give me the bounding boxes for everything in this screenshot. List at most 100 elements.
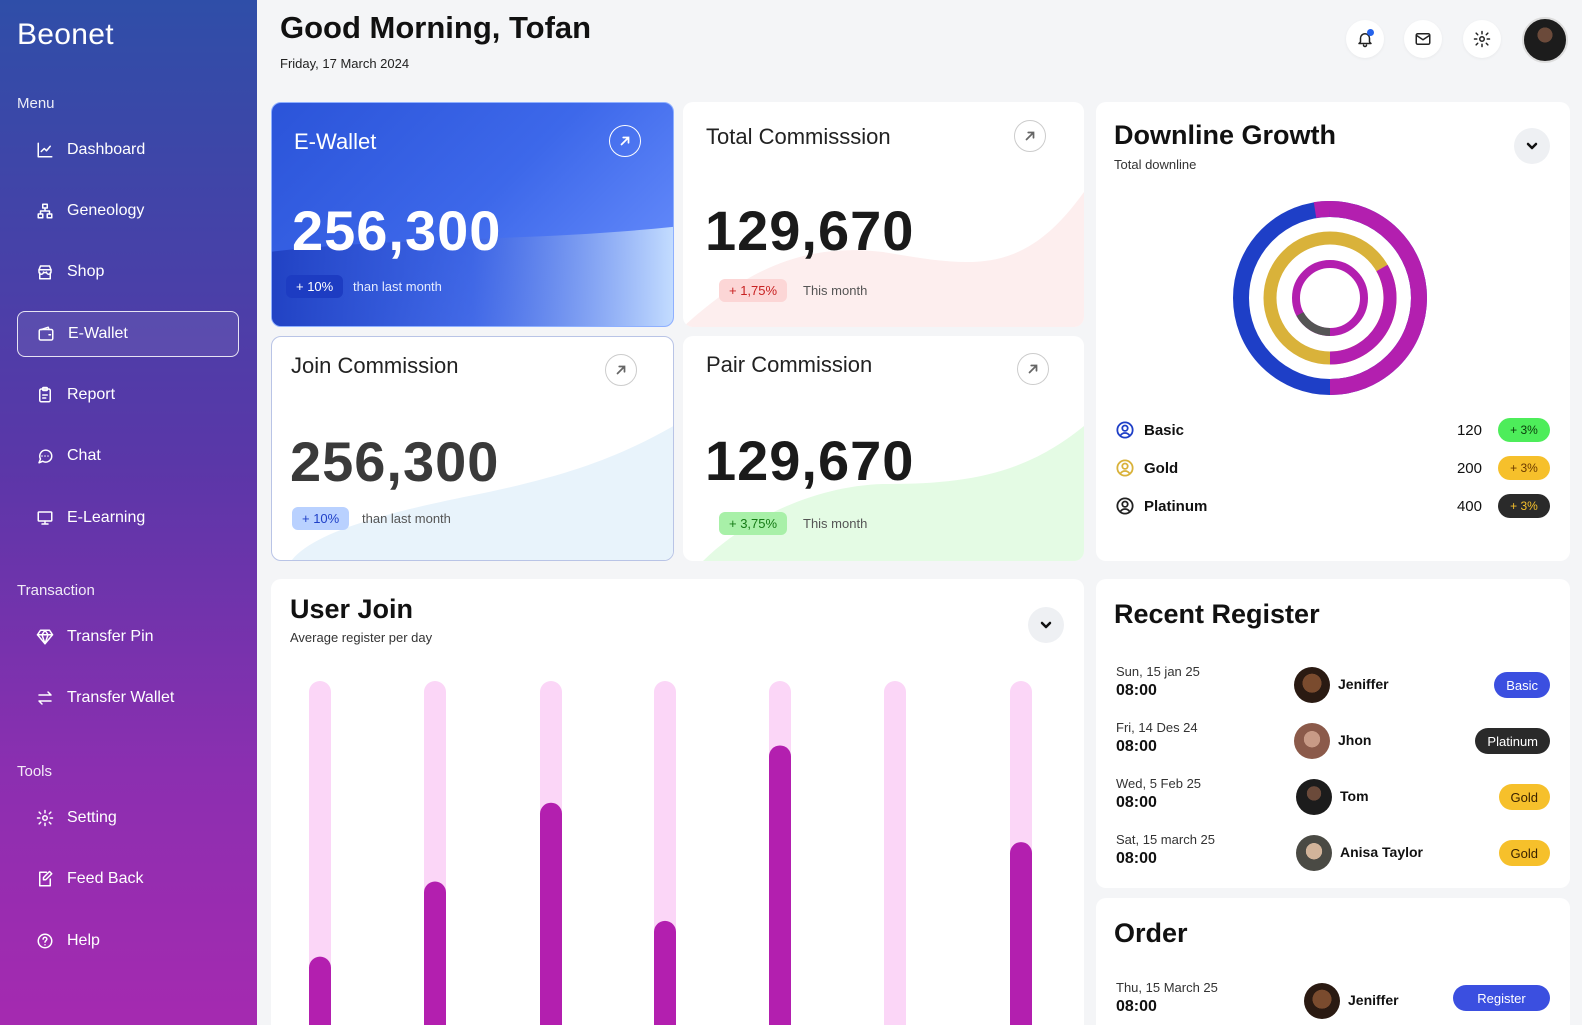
downline-growth-panel: Downline Growth Total downline Basic 120… [1096, 102, 1570, 561]
list-item[interactable]: Sat, 15 march 25 08:00 Anisa Taylor Gold [1116, 832, 1550, 882]
bar-fill [1010, 842, 1032, 1025]
order-panel: Order Thu, 15 March 25 08:00 Jeniffer Re… [1096, 898, 1570, 1025]
chevron-down-icon [1524, 138, 1540, 154]
sidebar-item-label: Chat [67, 447, 101, 464]
list-item[interactable]: Sun, 15 jan 25 08:00 Jeniffer Basic [1116, 664, 1550, 714]
mail-button[interactable] [1404, 20, 1442, 58]
join-commission-card[interactable]: Join Commission 256,300 + 10% than last … [271, 336, 674, 561]
legend-value: 120 [1456, 421, 1482, 439]
user-circle-icon [1116, 421, 1134, 439]
chart-line-icon [36, 141, 54, 159]
card-sub: This month [803, 283, 868, 298]
avatar [1296, 779, 1332, 815]
current-date: Friday, 17 March 2024 [280, 56, 410, 71]
swap-arrows-icon [36, 689, 54, 707]
bar-fill [309, 956, 331, 1025]
sidebar-item-feedback[interactable]: Feed Back [17, 856, 239, 902]
register-date: Sun, 15 jan 25 [1116, 664, 1200, 679]
sidebar-item-dashboard[interactable]: Dashboard [17, 127, 239, 173]
avatar [1294, 667, 1330, 703]
bar-fill [424, 881, 446, 1025]
downline-dropdown-button[interactable] [1514, 128, 1550, 164]
list-item[interactable]: Thu, 15 March 25 08:00 Jeniffer Register [1116, 980, 1550, 1025]
card-badge: + 3,75% [719, 512, 788, 535]
user-avatar[interactable] [1522, 17, 1568, 63]
panel-subtitle: Total downline [1114, 157, 1197, 172]
gear-icon [1473, 30, 1491, 48]
sidebar-item-label: Dashboard [67, 141, 146, 158]
chat-bubble-icon [36, 447, 54, 465]
card-sub: than last month [362, 511, 451, 526]
legend-row-platinum: Platinum 400 + 3% [1116, 492, 1550, 520]
legend-badge: + 3% [1498, 494, 1550, 518]
sidebar-item-label: Geneology [67, 202, 145, 219]
register-date: Wed, 5 Feb 25 [1116, 776, 1202, 791]
legend-badge: + 3% [1498, 418, 1550, 442]
sidebar: Beonet Menu Dashboard Geneology Shop E-W… [0, 0, 257, 1025]
clipboard-icon [36, 386, 54, 404]
sidebar-item-shop[interactable]: Shop [17, 249, 239, 295]
panel-title: Downline Growth [1114, 120, 1336, 150]
list-item[interactable]: Fri, 14 Des 24 08:00 Jhon Platinum [1116, 720, 1550, 770]
sidebar-item-help[interactable]: Help [17, 918, 239, 964]
card-value: 129,670 [705, 199, 915, 262]
sidebar-item-chat[interactable]: Chat [17, 433, 239, 479]
sidebar-item-elearning[interactable]: E-Learning [17, 495, 239, 541]
status-badge: Register [1453, 985, 1550, 1011]
legend-label: Basic [1144, 421, 1185, 439]
sidebar-item-setting[interactable]: Setting [17, 795, 239, 841]
register-name: Jhon [1338, 732, 1372, 748]
legend-row-basic: Basic 120 + 3% [1116, 416, 1550, 444]
total-commission-card[interactable]: Total Commisssion 129,670 + 1,75% This m… [683, 102, 1084, 327]
status-badge: Gold [1498, 840, 1550, 866]
card-badge: + 10% [292, 507, 350, 530]
sidebar-item-label: Setting [67, 809, 117, 826]
avatar [1304, 983, 1340, 1019]
sidebar-item-ewallet[interactable]: E-Wallet [17, 311, 239, 357]
legend-value: 400 [1456, 497, 1482, 515]
register-time: 08:00 [1116, 850, 1157, 867]
legend-value: 200 [1456, 459, 1482, 477]
sidebar-item-label: Transfer Pin [67, 628, 154, 645]
monitor-icon [36, 509, 54, 527]
card-value: 256,300 [292, 199, 502, 262]
legend-label: Platinum [1144, 497, 1208, 515]
sidebar-item-report[interactable]: Report [17, 372, 239, 418]
sidebar-item-label: Report [67, 386, 116, 403]
mail-icon [1414, 30, 1432, 48]
sidebar-item-label: Help [67, 932, 100, 949]
register-date: Fri, 14 Des 24 [1116, 720, 1198, 735]
sidebar-item-transfer-wallet[interactable]: Transfer Wallet [17, 675, 239, 721]
panel-title: Order [1114, 918, 1188, 948]
user-join-bar-chart [309, 681, 1032, 1025]
page-title: Good Morning, Tofan [280, 10, 592, 45]
brand-logo: Beonet [17, 18, 114, 51]
sidebar-item-geneology[interactable]: Geneology [17, 188, 239, 234]
downline-donut-chart [1233, 200, 1427, 395]
user-circle-icon [1116, 459, 1134, 477]
section-label-transaction: Transaction [17, 582, 95, 599]
card-sub: than last month [353, 279, 442, 294]
register-time: 08:00 [1116, 682, 1157, 699]
bar-fill [654, 920, 676, 1025]
sidebar-item-label: Transfer Wallet [67, 689, 175, 706]
notification-button[interactable] [1346, 20, 1384, 58]
ewallet-open-button[interactable] [609, 125, 641, 157]
pair-commission-open-button[interactable] [1017, 353, 1049, 385]
card-value: 256,300 [290, 430, 500, 493]
arrow-up-right-icon [1023, 129, 1037, 143]
sidebar-item-transfer-pin[interactable]: Transfer Pin [17, 614, 239, 660]
sidebar-item-label: Shop [67, 263, 105, 280]
ewallet-card[interactable]: E-Wallet 256,300 + 10% than last month [271, 102, 674, 327]
register-name: Tom [1340, 788, 1369, 804]
settings-button[interactable] [1463, 20, 1501, 58]
pair-commission-card[interactable]: Pair Commission 129,670 + 3,75% This mon… [683, 336, 1084, 561]
arrow-up-right-icon [618, 134, 632, 148]
join-commission-open-button[interactable] [605, 354, 637, 386]
status-badge: Platinum [1475, 728, 1550, 754]
gear-icon [36, 809, 54, 827]
help-circle-icon [36, 932, 54, 950]
list-item[interactable]: Wed, 5 Feb 25 08:00 Tom Gold [1116, 776, 1550, 826]
total-commission-open-button[interactable] [1014, 120, 1046, 152]
register-date: Sat, 15 march 25 [1116, 832, 1215, 847]
